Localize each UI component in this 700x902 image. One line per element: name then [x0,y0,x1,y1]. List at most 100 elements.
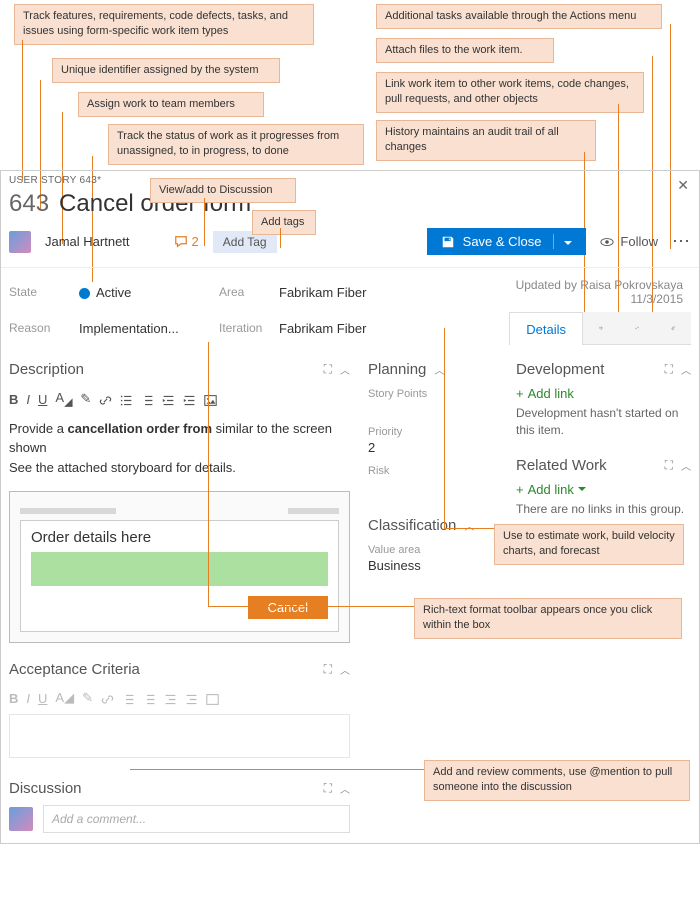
description-heading: Description [9,361,84,378]
save-button-label: Save & Close [463,234,542,249]
link-button[interactable] [99,392,112,407]
callout-area-top: Track features, requirements, code defec… [0,0,700,170]
number-list-button[interactable] [141,392,154,407]
priority-field[interactable]: 2 [368,440,498,455]
follow-button[interactable]: Follow [600,234,658,249]
collapse-icon[interactable]: ︿ [340,662,350,677]
callout-state: Track the status of work as it progresse… [108,124,364,165]
callout-attach: Attach files to the work item. [376,38,554,63]
callout-links: Link work item to other work items, code… [376,72,644,113]
add-related-link-button[interactable]: + Add link [516,482,691,497]
collapse-icon[interactable]: ︿ [464,518,474,533]
tab-attachments[interactable] [655,312,691,344]
callout-id: Unique identifier assigned by the system [52,58,280,83]
work-item-form: ✕ USER STORY 643* 643 Cancel order form … [0,170,700,844]
collapse-icon[interactable]: ︿ [434,362,444,377]
area-field[interactable]: Fabrikam Fiber [279,285,481,300]
state-dot-icon [79,288,90,299]
callout-assign: Assign work to team members [78,92,264,117]
risk-label: Risk [368,465,498,477]
collapse-icon[interactable]: ︿ [681,458,691,473]
callout-actions: Additional tasks available through the A… [376,4,662,29]
assignee-field[interactable]: Jamal Hartnett [45,234,130,249]
discussion-input[interactable]: Add a comment... [43,805,350,833]
priority-label: Priority [368,426,498,438]
tab-links[interactable] [619,312,655,344]
actions-menu-button[interactable]: ⋯ [672,231,691,252]
rte-toolbar: B I U A◢ ✎ [9,386,350,413]
save-and-close-button[interactable]: Save & Close [427,228,587,255]
italic-button[interactable]: I [26,392,30,407]
mock-cancel-button: Cancel [248,596,328,619]
state-label: State [9,285,79,299]
avatar [9,231,31,253]
acceptance-criteria-input[interactable] [9,714,350,758]
collapse-icon[interactable]: ︿ [681,362,691,377]
value-area-label: Value area [368,544,498,556]
iteration-field[interactable]: Fabrikam Fiber [279,321,389,336]
work-item-id: 643 [9,190,49,218]
avatar [9,807,33,831]
description-content[interactable]: Provide a cancellation order from simila… [9,413,350,484]
collapse-icon[interactable]: ︿ [340,362,350,377]
chevron-down-icon [578,485,586,493]
plus-icon: + [516,386,524,401]
callout-discussion: View/add to Discussion [150,178,296,203]
updated-by-text: Updated by Raisa Pokrovskaya 11/3/2015 [481,278,691,306]
save-dropdown-caret[interactable] [553,234,572,249]
callout-planning: Use to estimate work, build velocity cha… [494,524,684,565]
rte-toolbar-disabled: BIU A◢✎ [9,686,350,710]
font-color-button[interactable]: A◢ [55,390,72,409]
image-button[interactable] [204,392,217,407]
callout-work-item-types: Track features, requirements, code defec… [14,4,314,45]
link-icon [635,320,639,336]
reason-field[interactable]: Implementation... [79,321,219,336]
clear-format-button[interactable]: ✎ [80,391,91,407]
save-icon [441,235,455,249]
discussion-count[interactable]: 2 [174,234,199,249]
follow-label: Follow [620,234,658,249]
underline-button[interactable]: U [38,392,47,407]
area-label: Area [219,285,279,299]
fullscreen-icon[interactable]: ⛶ [324,781,332,796]
callout-discussion-input: Add and review comments, use @mention to… [424,760,690,801]
attachment-icon [671,320,675,336]
state-field[interactable]: Active [79,285,219,300]
fullscreen-icon[interactable]: ⛶ [324,362,332,377]
plus-icon: + [516,482,524,497]
storyboard-mock: Order details here Cancel [9,491,350,643]
development-heading: Development [516,361,604,378]
comment-icon [174,235,188,249]
close-icon[interactable]: ✕ [677,177,689,194]
related-heading: Related Work [516,457,607,474]
fullscreen-icon[interactable]: ⛶ [665,458,673,473]
fullscreen-icon[interactable]: ⛶ [665,362,673,377]
indent-button[interactable] [183,392,196,407]
discussion-count-value: 2 [192,234,199,249]
breadcrumb: USER STORY 643* [1,171,699,186]
story-points-label: Story Points [368,388,498,400]
callout-history: History maintains an audit trail of all … [376,120,596,161]
planning-heading: Planning [368,361,426,378]
tab-details[interactable]: Details [509,312,583,345]
acceptance-heading: Acceptance Criteria [9,661,140,678]
bold-button[interactable]: B [9,392,18,407]
discussion-heading: Discussion [9,780,82,797]
bullet-list-button[interactable] [120,392,133,407]
reason-label: Reason [9,321,79,336]
iteration-label: Iteration [219,321,279,336]
collapse-icon[interactable]: ︿ [340,781,350,796]
add-dev-link-button[interactable]: + Add link [516,386,691,401]
eye-icon [600,235,614,249]
outdent-button[interactable] [162,392,175,407]
fullscreen-icon[interactable]: ⛶ [324,662,332,677]
mock-title: Order details here [31,529,328,546]
history-icon [599,320,603,336]
callout-rte: Rich-text format toolbar appears once yo… [414,598,682,639]
development-note: Development hasn't started on this item. [516,405,691,439]
related-note: There are no links in this group. [516,501,691,518]
chevron-down-icon [564,239,572,247]
callout-tags: Add tags [252,210,316,235]
tab-history[interactable] [583,312,619,344]
value-area-field[interactable]: Business [368,558,498,573]
